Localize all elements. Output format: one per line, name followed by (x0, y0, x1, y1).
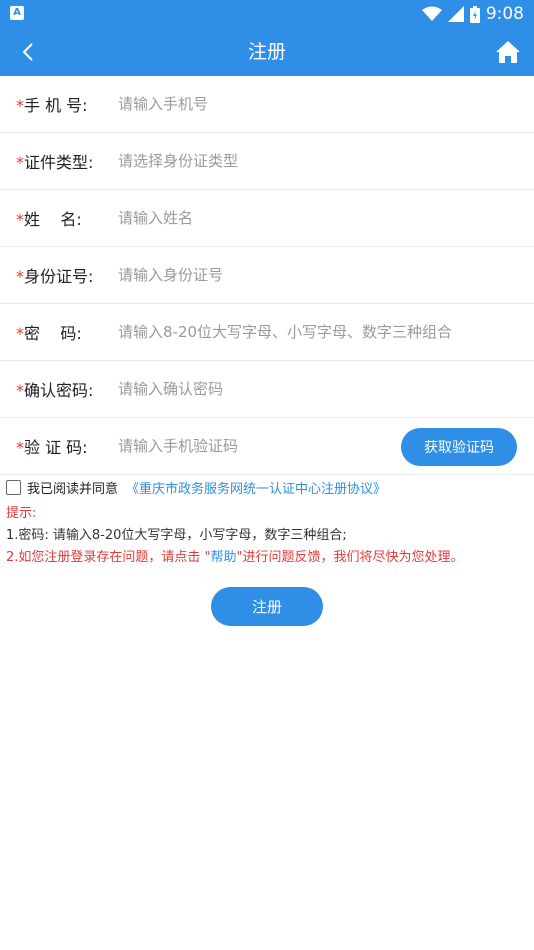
required-mark: * (16, 96, 24, 115)
confirm-password-row: *确认密码: (0, 361, 534, 418)
required-mark: * (16, 438, 24, 457)
wifi-icon (421, 6, 442, 21)
tips-title: 提示: (6, 506, 37, 521)
confirm-password-input[interactable] (118, 369, 534, 409)
name-input[interactable] (118, 198, 534, 238)
verification-code-input[interactable] (118, 426, 368, 466)
help-link[interactable]: 帮助 (211, 550, 237, 565)
required-mark: * (16, 381, 24, 400)
id-type-row: *证件类型: (0, 133, 534, 190)
register-button[interactable]: 注册 (211, 587, 323, 626)
password-label: *密 码: (16, 324, 82, 343)
tips-line-2: 2.如您注册登录存在问题，请点击 "帮助"进行问题反馈，我们将尽快为您处理。 (6, 550, 464, 565)
name-row: *姓 名: (0, 190, 534, 247)
status-icons: 9:08 (421, 3, 524, 25)
get-code-button[interactable]: 获取验证码 (401, 428, 517, 466)
clock: 9:08 (485, 4, 524, 24)
id-number-label: *身份证号: (16, 267, 94, 286)
agreement-link[interactable]: 《重庆市政务服务网统一认证中心注册协议》 (126, 478, 386, 497)
required-mark: * (16, 210, 24, 229)
tips-line-1: 1.密码: 请输入8-20位大写字母，小写字母，数字三种组合; (6, 528, 347, 543)
app-bar: 注册 (0, 28, 534, 76)
battery-icon (469, 5, 480, 23)
verification-code-label: *验 证 码: (16, 438, 88, 457)
required-mark: * (16, 153, 24, 172)
home-button[interactable] (492, 36, 524, 68)
phone-row: *手 机 号: (0, 76, 534, 133)
id-type-label: *证件类型: (16, 153, 94, 172)
notification-icon: A (10, 6, 24, 20)
agreement: 我已阅读并同意 《重庆市政务服务网统一认证中心注册协议》 (6, 478, 386, 497)
agreement-checkbox[interactable] (6, 480, 21, 495)
id-number-input[interactable] (118, 255, 534, 295)
required-mark: * (16, 324, 24, 343)
page-title: 注册 (247, 41, 286, 63)
id-type-select[interactable] (118, 141, 534, 181)
name-label: *姓 名: (16, 210, 82, 229)
phone-label: *手 机 号: (16, 96, 88, 115)
required-mark: * (16, 267, 24, 286)
agreement-text: 我已阅读并同意 (27, 482, 119, 497)
password-row: *密 码: (0, 304, 534, 361)
registration-form: *手 机 号: *证件类型: *姓 名: *身份证号: *密 码: *确认密码:… (0, 76, 534, 475)
id-number-row: *身份证号: (0, 247, 534, 304)
signal-icon (447, 6, 464, 22)
home-icon (496, 41, 520, 63)
tips: 提示: 1.密码: 请输入8-20位大写字母，小写字母，数字三种组合; 2.如您… (6, 503, 464, 569)
password-input[interactable] (118, 312, 534, 352)
status-bar: A 9:08 (0, 0, 534, 28)
phone-input[interactable] (118, 84, 534, 124)
confirm-password-label: *确认密码: (16, 381, 94, 400)
verification-code-row: *验 证 码: 获取验证码 (0, 418, 534, 475)
